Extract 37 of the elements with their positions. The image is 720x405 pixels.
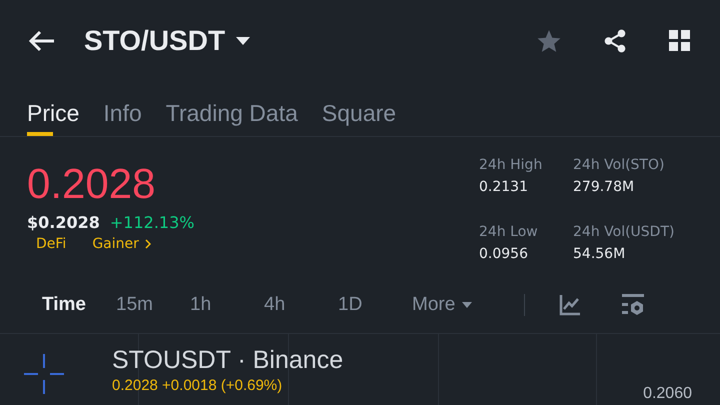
back-icon[interactable] (28, 30, 56, 52)
star-icon[interactable] (536, 28, 562, 54)
chevron-icon (144, 239, 151, 249)
usd-price: $0.2028 (27, 213, 100, 232)
stat-value: 0.0956 (479, 246, 529, 262)
last-price: 0.2028 (27, 159, 156, 209)
interval-tab[interactable]: Time (42, 294, 116, 316)
pair-title[interactable]: STO/USDT (84, 25, 226, 57)
price-axis-label: 0.2060 (643, 385, 692, 403)
stat-value: 0.2131 (479, 179, 529, 195)
stat-value: 279.78M (573, 179, 636, 195)
stat-label: 24h Low (479, 224, 539, 240)
crosshair-icon (24, 354, 64, 394)
caret-icon[interactable] (235, 36, 252, 46)
stat-value: 54.56M (573, 246, 626, 262)
stat-label: 24h Vol(USDT) (573, 224, 676, 240)
interval-tab[interactable]: 4h (264, 294, 338, 316)
tag-link[interactable]: Gainer (92, 236, 151, 252)
stat-label: 24h Vol(STO) (573, 157, 666, 173)
caret-icon (461, 301, 474, 309)
tab[interactable]: Trading Data (166, 82, 298, 136)
settings-icon[interactable] (621, 293, 645, 317)
interval-tab[interactable]: 1h (190, 294, 264, 316)
interval-tab[interactable]: 1D (338, 294, 412, 316)
tab[interactable]: Square (322, 82, 396, 136)
chart-quote: 0.2028 +0.0018 (+0.69%) (112, 377, 284, 394)
tag-link[interactable]: DeFi (36, 236, 66, 252)
share-icon[interactable] (602, 28, 628, 54)
chart-title: STOUSDT · Binance (112, 346, 344, 375)
grid-icon[interactable] (668, 29, 692, 53)
price-change: +112.13% (110, 213, 194, 232)
stat-label: 24h High (479, 157, 544, 173)
interval-tab[interactable]: More (412, 294, 486, 316)
chart-indicator-icon[interactable] (559, 294, 581, 316)
interval-tab[interactable]: 15m (116, 294, 190, 316)
tab[interactable]: Price (27, 82, 80, 136)
tab[interactable]: Info (103, 82, 142, 136)
